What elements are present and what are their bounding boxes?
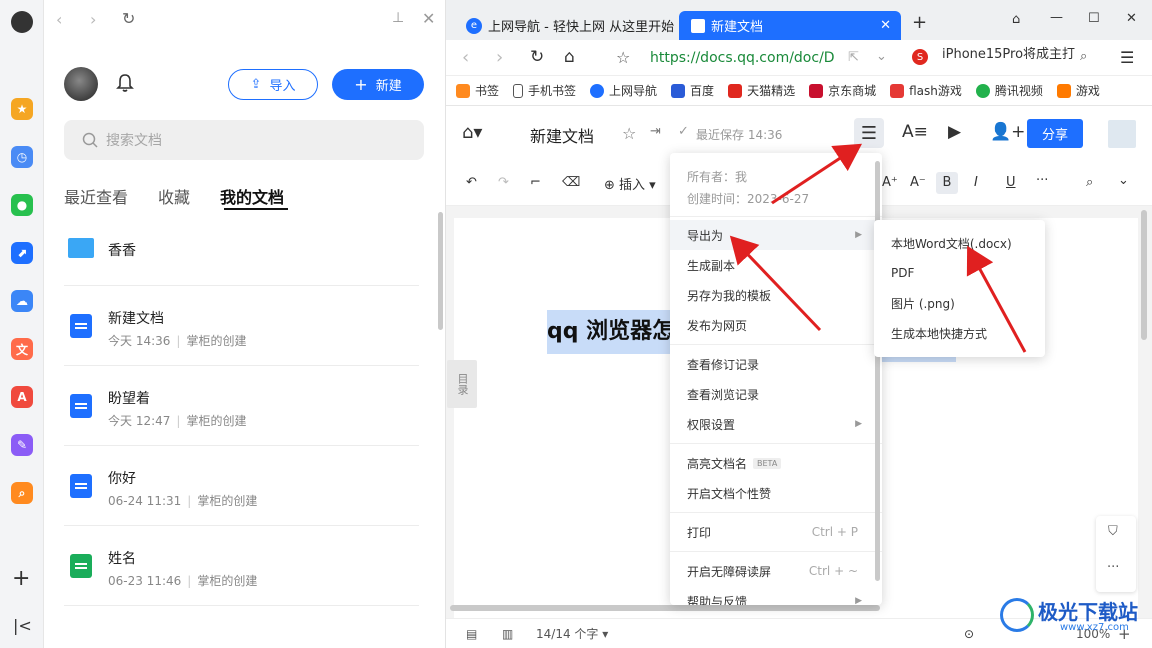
- arrow-to-export: [729, 235, 822, 332]
- arrow-to-word-export: [966, 245, 1027, 353]
- annotation-arrows: [729, 143, 1027, 353]
- arrow-to-menu-button: [771, 143, 863, 205]
